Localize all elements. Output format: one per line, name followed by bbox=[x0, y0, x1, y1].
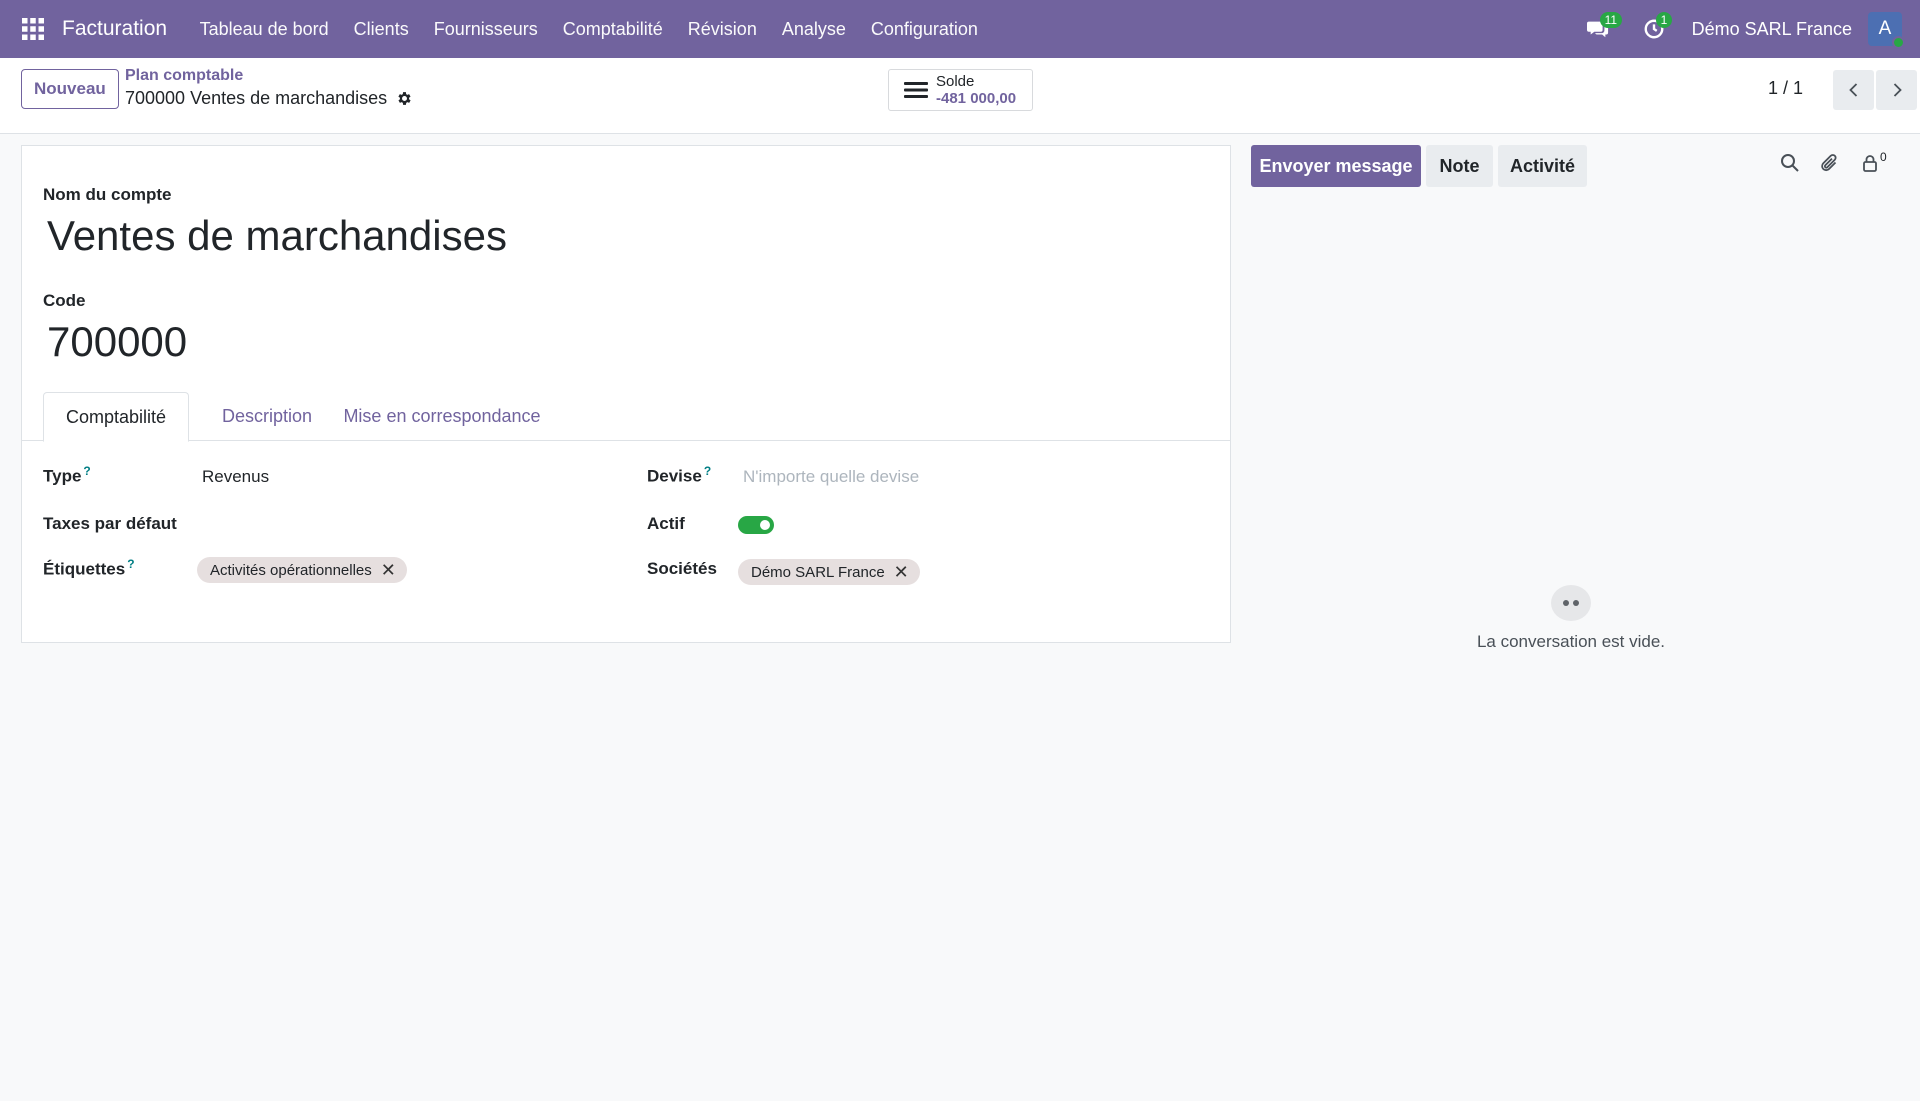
gear-icon[interactable] bbox=[396, 90, 413, 107]
currency-help-icon[interactable]: ? bbox=[704, 464, 711, 478]
balance-value: -481 000,00 bbox=[936, 90, 1017, 107]
company-tag-label: Démo SARL France bbox=[751, 563, 885, 581]
app-name[interactable]: Facturation bbox=[62, 17, 167, 41]
code-input[interactable]: 700000 bbox=[47, 318, 187, 366]
pager-next-button[interactable] bbox=[1876, 70, 1917, 110]
messages-button[interactable]: 11 bbox=[1570, 0, 1626, 58]
activities-button[interactable]: 1 bbox=[1626, 0, 1682, 58]
breadcrumb-current: 700000 Ventes de marchandises bbox=[125, 88, 413, 109]
search-icon[interactable] bbox=[1780, 153, 1800, 173]
balance-smart-button[interactable]: Solde -481 000,00 bbox=[888, 69, 1033, 111]
companies-label: Sociétés bbox=[647, 559, 717, 578]
menu-item-configuration[interactable]: Configuration bbox=[858, 19, 990, 40]
remove-company-icon[interactable]: ✕ bbox=[894, 563, 909, 581]
active-label: Actif bbox=[647, 514, 685, 533]
tags-label: Étiquettes? bbox=[43, 557, 135, 579]
type-help-icon[interactable]: ? bbox=[83, 464, 90, 478]
tag-company[interactable]: Démo SARL France ✕ bbox=[738, 559, 920, 585]
tags-help-icon[interactable]: ? bbox=[127, 557, 134, 571]
pager-previous-button[interactable] bbox=[1833, 70, 1874, 110]
followers-lock-icon[interactable] bbox=[1860, 153, 1880, 173]
systray: 11 1 Démo SARL France A bbox=[1570, 0, 1920, 58]
company-switcher[interactable]: Démo SARL France bbox=[1692, 19, 1852, 40]
record-title: 700000 Ventes de marchandises bbox=[125, 88, 388, 108]
remove-tag-icon[interactable]: ✕ bbox=[381, 561, 396, 579]
new-button[interactable]: Nouveau bbox=[21, 69, 119, 109]
control-panel: Nouveau Plan comptable 700000 Ventes de … bbox=[0, 58, 1920, 134]
tab-accounting[interactable]: Comptabilité bbox=[43, 392, 189, 442]
bars-icon bbox=[904, 80, 928, 100]
app-grid-icon[interactable] bbox=[4, 0, 62, 58]
menu-item-analysis[interactable]: Analyse bbox=[769, 19, 858, 40]
online-status-icon bbox=[1892, 36, 1905, 49]
currency-label: Devise? bbox=[647, 464, 712, 486]
tag-label: Activités opérationnelles bbox=[210, 561, 372, 579]
account-name-input[interactable]: Ventes de marchandises bbox=[47, 212, 507, 260]
empty-conversation-text: La conversation est vide. bbox=[1476, 632, 1666, 651]
top-navbar: Facturation Tableau de bord Clients Four… bbox=[0, 0, 1920, 58]
tab-description[interactable]: Description bbox=[206, 392, 328, 441]
menu-item-dashboard[interactable]: Tableau de bord bbox=[187, 19, 341, 40]
send-message-button[interactable]: Envoyer message bbox=[1251, 145, 1421, 187]
tag-operational-activities[interactable]: Activités opérationnelles ✕ bbox=[197, 557, 407, 583]
avatar-letter: A bbox=[1878, 18, 1892, 39]
paperclip-icon[interactable] bbox=[1820, 153, 1840, 173]
activities-counter: 1 bbox=[1655, 12, 1673, 28]
active-toggle[interactable] bbox=[738, 516, 774, 534]
default-taxes-input[interactable] bbox=[202, 510, 632, 538]
schedule-activity-button[interactable]: Activité bbox=[1498, 145, 1587, 187]
chevron-right-icon bbox=[1893, 83, 1902, 97]
pager-value[interactable]: 1 / 1 bbox=[1768, 78, 1803, 99]
log-note-button[interactable]: Note bbox=[1426, 145, 1493, 187]
tab-matching[interactable]: Mise en correspondance bbox=[340, 392, 544, 441]
type-label: Type? bbox=[43, 464, 91, 486]
account-name-label: Nom du compte bbox=[43, 185, 172, 204]
menu-item-accounting[interactable]: Comptabilité bbox=[550, 19, 675, 40]
followers-count: 0 bbox=[1880, 150, 1887, 164]
tabs-divider bbox=[22, 440, 1230, 441]
currency-input[interactable]: N'importe quelle devise bbox=[743, 467, 919, 487]
breadcrumb-chart-of-accounts[interactable]: Plan comptable bbox=[125, 67, 243, 85]
chevron-left-icon bbox=[1848, 83, 1857, 97]
empty-conversation-icon bbox=[1551, 585, 1591, 621]
menu-item-review[interactable]: Révision bbox=[675, 19, 769, 40]
user-avatar[interactable]: A bbox=[1868, 12, 1905, 49]
balance-label: Solde bbox=[936, 73, 975, 90]
menu-item-suppliers[interactable]: Fournisseurs bbox=[421, 19, 550, 40]
messages-counter: 11 bbox=[1599, 12, 1623, 28]
menu-item-clients[interactable]: Clients bbox=[341, 19, 421, 40]
type-select[interactable]: Revenus bbox=[202, 467, 269, 487]
default-taxes-label: Taxes par défaut bbox=[43, 514, 177, 533]
form-sheet: Nom du compte Ventes de marchandises Cod… bbox=[21, 145, 1231, 643]
code-label: Code bbox=[43, 291, 86, 310]
